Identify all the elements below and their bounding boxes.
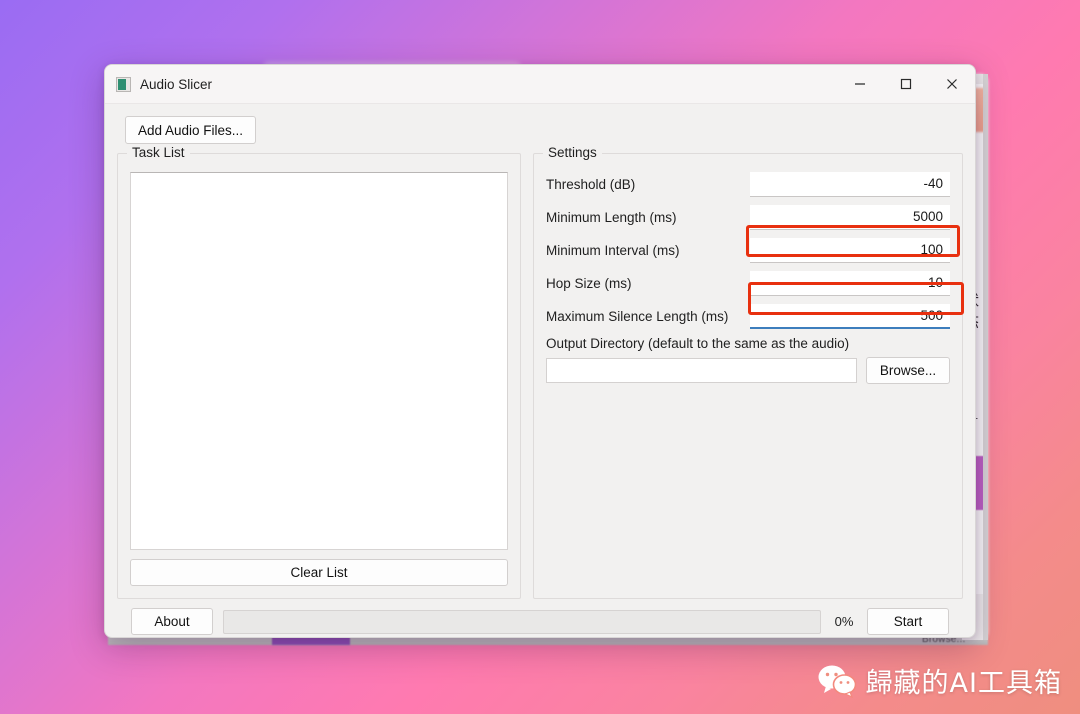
browse-button[interactable]: Browse...	[866, 357, 950, 384]
bottom-bar: About 0% Start	[117, 599, 963, 635]
threshold-label: Threshold (dB)	[546, 176, 636, 192]
titlebar: Audio Slicer	[105, 65, 975, 104]
output-directory-row: Browse...	[546, 357, 950, 384]
add-audio-files-button[interactable]: Add Audio Files...	[125, 116, 257, 144]
window-controls	[837, 65, 975, 104]
maximize-icon	[900, 78, 912, 90]
maximize-button[interactable]	[883, 65, 929, 104]
maximum-silence-length-label: Maximum Silence Length (ms)	[546, 308, 729, 324]
output-directory-input[interactable]	[546, 358, 857, 383]
minimum-interval-label: Minimum Interval (ms)	[546, 242, 680, 258]
setting-row-maximum-silence-length: Maximum Silence Length (ms)	[546, 303, 950, 329]
task-list[interactable]	[130, 172, 508, 550]
minimum-length-label: Minimum Length (ms)	[546, 209, 677, 225]
minimize-icon	[855, 83, 865, 85]
close-button[interactable]	[929, 65, 975, 104]
main-panels: Task List Clear List Settings Threshold …	[117, 145, 963, 599]
settings-group: Settings Threshold (dB) Minimum Length (…	[533, 145, 963, 599]
settings-body: Threshold (dB) Minimum Length (ms) Minim…	[544, 167, 952, 384]
audio-slicer-window: Audio Slicer Add Audio Files... Task Lis…	[104, 64, 976, 638]
sliver-scrollbar[interactable]	[983, 74, 988, 640]
progress-bar	[223, 609, 821, 634]
threshold-input[interactable]	[750, 171, 950, 197]
output-directory-label: Output Directory (default to the same as…	[546, 336, 850, 351]
window-content: Add Audio Files... Task List Clear List …	[105, 104, 975, 635]
setting-row-threshold: Threshold (dB)	[546, 171, 950, 197]
hop-size-label: Hop Size (ms)	[546, 275, 632, 291]
task-list-group: Task List Clear List	[117, 145, 521, 599]
minimum-length-input[interactable]	[750, 204, 950, 230]
settings-group-title: Settings	[543, 145, 602, 160]
setting-row-hop-size: Hop Size (ms)	[546, 270, 950, 296]
watermark: 歸藏的AI工具箱	[817, 661, 1062, 700]
about-button[interactable]: About	[131, 608, 213, 635]
clear-list-button[interactable]: Clear List	[130, 559, 508, 586]
wechat-icon	[818, 665, 856, 698]
setting-row-minimum-interval: Minimum Interval (ms)	[546, 237, 950, 263]
app-icon	[116, 76, 131, 92]
window-title: Audio Slicer	[140, 76, 213, 92]
close-icon	[947, 79, 957, 89]
setting-row-minimum-length: Minimum Length (ms)	[546, 204, 950, 230]
task-list-group-title: Task List	[127, 145, 190, 160]
minimum-interval-input[interactable]	[750, 237, 950, 263]
titlebar-left: Audio Slicer	[105, 76, 213, 92]
minimize-button[interactable]	[837, 65, 883, 104]
maximum-silence-length-input[interactable]	[750, 303, 950, 329]
progress-percent-label: 0%	[834, 614, 854, 629]
start-button[interactable]: Start	[867, 608, 949, 635]
hop-size-input[interactable]	[750, 270, 950, 296]
watermark-text: 歸藏的AI工具箱	[865, 668, 1062, 699]
